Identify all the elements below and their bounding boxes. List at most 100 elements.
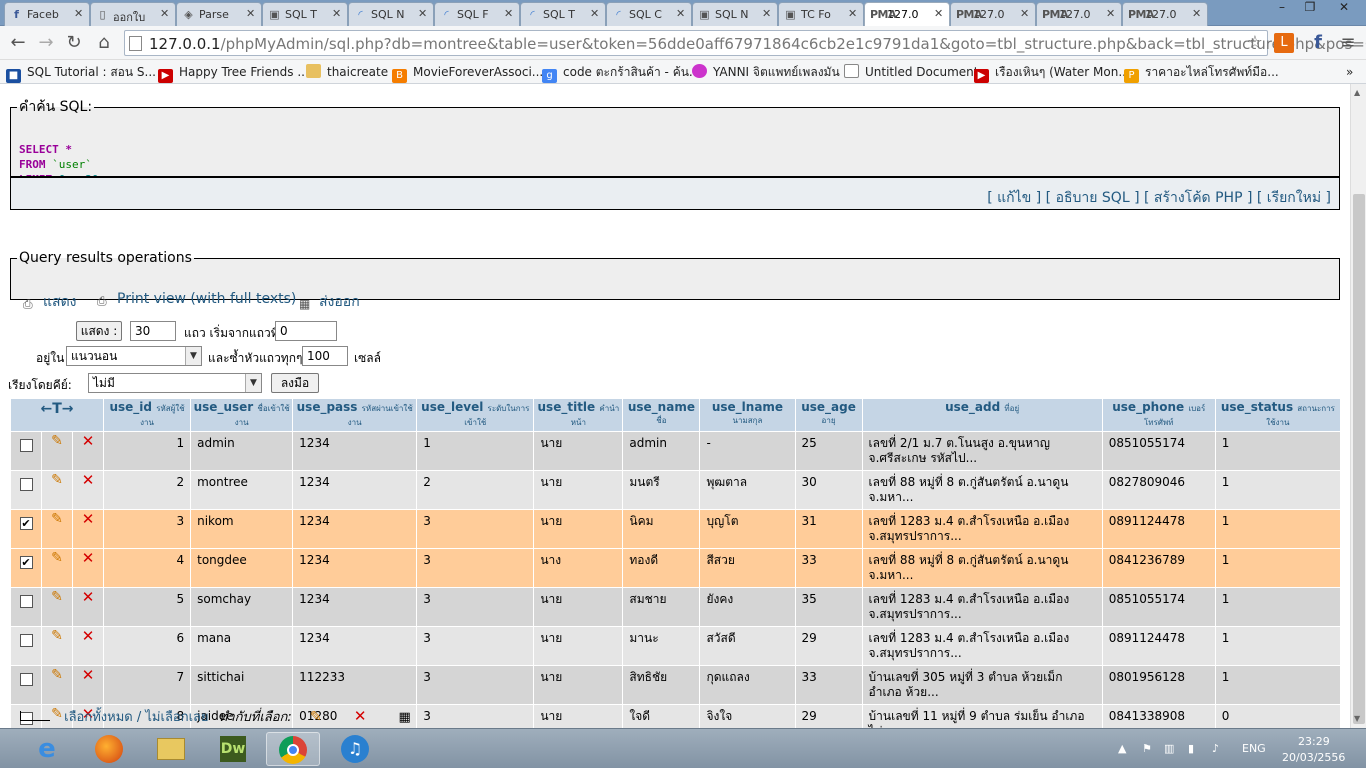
cell-use-age[interactable]: 29 bbox=[795, 627, 862, 665]
close-tab-icon[interactable]: ✕ bbox=[1020, 7, 1029, 20]
cell-use-status[interactable]: 1 bbox=[1215, 666, 1340, 704]
bulk-delete-icon[interactable]: ✕ bbox=[354, 707, 367, 725]
pencil-icon[interactable]: ✎ bbox=[51, 628, 63, 644]
cell-use-title[interactable]: นาง bbox=[534, 549, 623, 587]
cell-use-user[interactable]: somchay bbox=[191, 588, 293, 626]
check-all-link[interactable]: เลือกทั้งหมด bbox=[64, 710, 133, 725]
close-tab-icon[interactable]: ✕ bbox=[332, 7, 341, 20]
cell-use-name[interactable]: นิคม bbox=[623, 510, 700, 548]
chrome-icon[interactable] bbox=[266, 732, 320, 766]
cell-use-status[interactable]: 1 bbox=[1215, 432, 1340, 470]
cell-use-title[interactable]: นาย bbox=[534, 627, 623, 665]
cell-use-status[interactable]: 1 bbox=[1215, 549, 1340, 587]
delete-icon[interactable]: ✕ bbox=[82, 549, 95, 567]
bookmark-7[interactable]: ▶ เรืองเหินๆ (Water Mon... bbox=[974, 63, 1130, 83]
cell-use-age[interactable]: 33 bbox=[795, 549, 862, 587]
cell-use-title[interactable]: นาย bbox=[534, 432, 623, 470]
cell-use-name[interactable]: ทองดี bbox=[623, 549, 700, 587]
cell-use-id[interactable]: 1 bbox=[104, 432, 191, 470]
cell-use-lname[interactable]: พุฒตาล bbox=[700, 471, 795, 509]
column-header-use-pass[interactable]: use_pass รหัสผ่านเข้าใช้งาน bbox=[293, 399, 417, 431]
scroll-thumb[interactable] bbox=[1353, 194, 1365, 724]
cell-use-user[interactable]: sittichai bbox=[191, 666, 293, 704]
delete-icon[interactable]: ✕ bbox=[82, 510, 95, 528]
action-center-icon[interactable]: ⚑ bbox=[1142, 742, 1152, 755]
tab-9[interactable]: ▣ TC Fo ✕ bbox=[778, 2, 864, 26]
cell-use-status[interactable]: 1 bbox=[1215, 471, 1340, 509]
address-bar[interactable]: 127.0.0.1/phpMyAdmin/sql.php?db=montree&… bbox=[124, 30, 1366, 56]
cell-use-id[interactable]: 4 bbox=[104, 549, 191, 587]
cell-use-lname[interactable]: - bbox=[700, 432, 795, 470]
export-link[interactable]: ▦ ส่งออก bbox=[299, 291, 360, 313]
cell-use-user[interactable]: montree bbox=[191, 471, 293, 509]
forward-icon[interactable]: → bbox=[34, 31, 58, 55]
refresh-link[interactable]: เรียกใหม่ bbox=[1267, 190, 1321, 206]
cell-use-lname[interactable]: บุญโต bbox=[700, 510, 795, 548]
cell-use-add[interactable]: เลขที่ 88 หมู่ที่ 8 ต.กู่สันตรัตน์ อ.นาด… bbox=[862, 471, 1102, 509]
cell-use-name[interactable]: สมชาย bbox=[623, 588, 700, 626]
extension-icon[interactable]: L bbox=[1274, 33, 1294, 53]
reload-icon[interactable]: ↻ bbox=[62, 31, 86, 55]
column-resize-corner[interactable]: ←T→ bbox=[11, 399, 104, 431]
cell-use-title[interactable]: นาย bbox=[534, 666, 623, 704]
pencil-icon[interactable]: ✎ bbox=[51, 589, 63, 605]
column-header-use-name[interactable]: use_name ชื่อ bbox=[623, 399, 700, 431]
cell-use-level[interactable]: 3 bbox=[417, 510, 534, 548]
cell-use-add[interactable]: เลขที่ 1283 ม.4 ต.สำโรงเหนือ อ.เมือง จ.ส… bbox=[862, 627, 1102, 665]
show-button[interactable]: แสดง : bbox=[76, 321, 122, 341]
close-window-button[interactable]: ✕ bbox=[1324, 0, 1364, 20]
cell-use-add[interactable]: บ้านเลขที่ 305 หมู่ที่ 3 ตำบล ห้วยเม็ก อ… bbox=[862, 666, 1102, 704]
tab-5[interactable]: ◜ SQL F ✕ bbox=[434, 2, 520, 26]
column-header-use-level[interactable]: use_level ระดับในการเข้าใช้ bbox=[417, 399, 534, 431]
dreamweaver-icon[interactable]: Dw bbox=[206, 732, 260, 766]
sort-key-select[interactable]: ไม่มี ▼ bbox=[88, 373, 262, 393]
back-icon[interactable]: ← bbox=[6, 31, 30, 55]
cell-use-add[interactable]: เลขที่ 88 หมู่ที่ 8 ต.กู่สันตรัตน์ อ.นาด… bbox=[862, 549, 1102, 587]
bookmark-3[interactable]: B MovieForeverAssoci... bbox=[392, 63, 543, 83]
column-header-use-status[interactable]: use_status สถานะการใช้งาน bbox=[1215, 399, 1340, 431]
cell-use-pass[interactable]: 1234 bbox=[293, 432, 417, 470]
row-checkbox[interactable] bbox=[19, 478, 33, 491]
tray-expand-icon[interactable]: ▲ bbox=[1118, 742, 1126, 755]
clock-date[interactable]: 20/03/2556 bbox=[1282, 751, 1345, 764]
cell-use-id[interactable]: 6 bbox=[104, 627, 191, 665]
cell-use-lname[interactable]: ยังคง bbox=[700, 588, 795, 626]
cell-use-phone[interactable]: 0841338908 bbox=[1102, 705, 1215, 728]
table-row[interactable]: ✎ ✕ 2 montree 1234 2 นาย มนตรี พุฒตาล 30 เลขที่ 88… bbox=[11, 471, 1340, 509]
pencil-icon[interactable]: ✎ bbox=[51, 472, 63, 488]
cell-use-lname[interactable]: สีสวย bbox=[700, 549, 795, 587]
cell-use-lname[interactable]: กุดแถลง bbox=[700, 666, 795, 704]
minimize-button[interactable]: – bbox=[1268, 0, 1296, 20]
cell-use-add[interactable]: เลขที่ 1283 ม.4 ต.สำโรงเหนือ อ.เมือง จ.ส… bbox=[862, 588, 1102, 626]
bookmark-1[interactable]: ▶ Happy Tree Friends ... bbox=[158, 63, 309, 83]
volume-icon[interactable]: ♪ bbox=[1212, 742, 1219, 755]
column-header-use-add[interactable]: use_add ที่อยู่ bbox=[862, 399, 1102, 431]
tab-0[interactable]: f Faceb ✕ bbox=[4, 2, 90, 26]
cell-use-phone[interactable]: 0841236789 bbox=[1102, 549, 1215, 587]
close-tab-icon[interactable]: ✕ bbox=[160, 7, 169, 20]
delete-icon[interactable]: ✕ bbox=[82, 432, 95, 450]
cell-use-phone[interactable]: 0891124478 bbox=[1102, 510, 1215, 548]
bookmark-4[interactable]: g code ตะกร้าสินค้า - ค้น... bbox=[542, 63, 700, 83]
cell-use-lname[interactable]: สวัสดี bbox=[700, 627, 795, 665]
cell-use-phone[interactable]: 0851055174 bbox=[1102, 588, 1215, 626]
cell-use-id[interactable]: 7 bbox=[104, 666, 191, 704]
cell-use-level[interactable]: 1 bbox=[417, 432, 534, 470]
cell-use-pass[interactable]: 112233 bbox=[293, 666, 417, 704]
cell-use-user[interactable]: nikom bbox=[191, 510, 293, 548]
cell-use-phone[interactable]: 0801956128 bbox=[1102, 666, 1215, 704]
cell-use-pass[interactable]: 1234 bbox=[293, 549, 417, 587]
delete-icon[interactable]: ✕ bbox=[82, 666, 95, 684]
tab-1[interactable]: ▯ ออกใบ ✕ bbox=[90, 2, 176, 26]
pencil-icon[interactable]: ✎ bbox=[51, 667, 63, 683]
cell-use-level[interactable]: 2 bbox=[417, 471, 534, 509]
cell-use-user[interactable]: tongdee bbox=[191, 549, 293, 587]
bulk-edit-icon[interactable]: ✎ bbox=[310, 709, 322, 725]
clock-time[interactable]: 23:29 bbox=[1298, 735, 1330, 748]
internet-explorer-icon[interactable]: e bbox=[20, 732, 74, 766]
facebook-ext-icon[interactable]: f bbox=[1306, 31, 1330, 55]
cell-use-level[interactable]: 3 bbox=[417, 666, 534, 704]
bookmark-8[interactable]: P ราคาอะไหล่โทรศัพท์มือ... bbox=[1124, 63, 1279, 83]
scroll-up-icon[interactable]: ▲ bbox=[1354, 88, 1360, 97]
go-button[interactable]: ลงมือ bbox=[271, 373, 319, 393]
